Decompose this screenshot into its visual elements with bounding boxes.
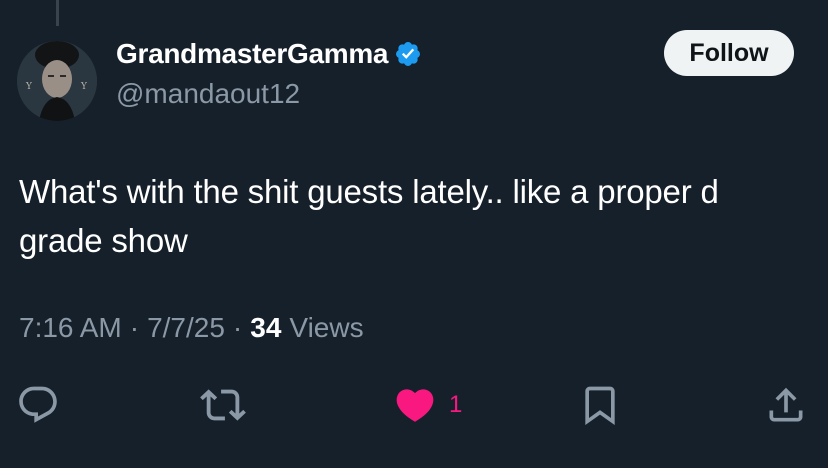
bookmark-icon [585, 386, 615, 426]
separator: · [232, 312, 243, 343]
views-label: Views [289, 312, 364, 343]
share-button[interactable] [764, 380, 808, 430]
svg-text:Y: Y [80, 82, 88, 92]
verified-badge-icon[interactable] [394, 40, 422, 68]
like-count: 1 [449, 391, 463, 418]
thread-connector-line [56, 0, 59, 26]
bookmark-button[interactable] [578, 380, 622, 430]
tweet-date[interactable]: 7/7/25 [147, 312, 225, 344]
retweet-icon [200, 389, 246, 421]
views-count: 34 [250, 312, 282, 343]
share-icon [769, 387, 803, 422]
author-handle[interactable]: @mandaout12 [116, 78, 300, 110]
tweet-text: What's with the shit guests lately.. lik… [19, 173, 719, 259]
author-name-row[interactable]: GrandmasterGamma [116, 36, 422, 72]
tweet-metadata: 7:16 AM · 7/7/25 · 34 Views [19, 312, 364, 344]
follow-button[interactable]: Follow [664, 30, 794, 76]
reply-icon [19, 386, 57, 423]
heart-icon [396, 389, 434, 422]
reply-button[interactable] [16, 380, 60, 430]
display-name[interactable]: GrandmasterGamma [116, 38, 389, 70]
like-button[interactable]: 1 [393, 380, 462, 430]
tweet-action-bar: 1 [0, 380, 828, 430]
avatar-image: Y Y [17, 41, 97, 121]
svg-text:Y: Y [25, 82, 33, 92]
separator: · [129, 312, 140, 343]
avatar[interactable]: Y Y [17, 41, 97, 121]
tweet-time[interactable]: 7:16 AM [19, 312, 122, 344]
retweet-button[interactable] [200, 380, 246, 430]
